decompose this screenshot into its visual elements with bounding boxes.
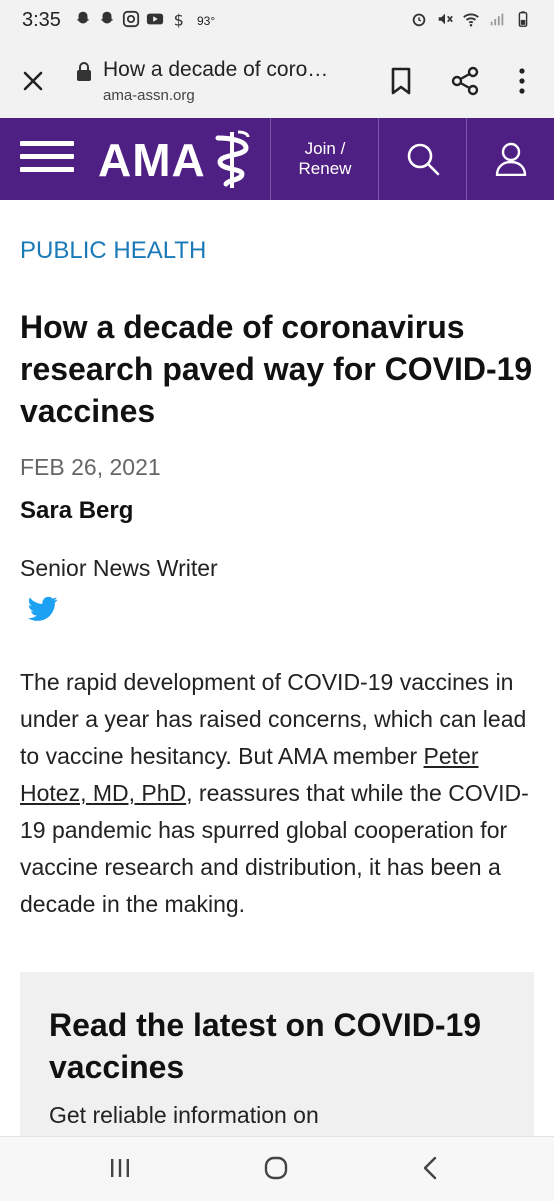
article-body: The rapid development of COVID-19 vaccin… — [20, 664, 540, 923]
more-options-button[interactable] — [512, 66, 532, 96]
article-category-link[interactable]: PUBLIC HEALTH — [20, 237, 206, 265]
recent-apps-icon[interactable] — [108, 1157, 132, 1179]
instagram-icon — [122, 10, 140, 28]
svg-text:$: $ — [174, 10, 184, 28]
close-tab-button[interactable] — [18, 66, 48, 96]
home-icon[interactable] — [263, 1155, 289, 1181]
author-role: Senior News Writer — [20, 555, 218, 581]
notification-icons: $ — [74, 10, 188, 28]
account-button[interactable] — [466, 118, 554, 200]
status-temperature: 93° — [197, 14, 216, 28]
system-icons — [410, 10, 532, 28]
browser-address-bar: How a decade of coro… ama-assn.org — [0, 42, 554, 118]
search-icon — [407, 143, 440, 176]
menu-hamburger-button[interactable] — [20, 141, 74, 177]
article-author[interactable]: Sara Berg — [20, 497, 133, 525]
snapchat-icon — [100, 11, 114, 24]
mute-icon — [438, 13, 453, 25]
page-domain[interactable]: ama-assn.org — [103, 87, 195, 104]
article-headline: How a decade of coronavirus research pav… — [20, 309, 533, 429]
search-button[interactable] — [378, 118, 467, 200]
wifi-icon — [463, 13, 479, 27]
caduceus-icon — [215, 130, 250, 188]
logo-text: AMA — [98, 134, 206, 186]
back-icon[interactable] — [420, 1155, 440, 1181]
alarm-icon — [412, 13, 426, 27]
user-icon — [495, 142, 527, 176]
page-title[interactable]: How a decade of coro… — [103, 58, 353, 82]
promo-title[interactable]: Read the latest on COVID-19 vaccines — [49, 1004, 489, 1088]
site-header: AMA Join / Renew — [0, 118, 554, 200]
join-renew-button[interactable]: Join / Renew — [270, 118, 379, 200]
share-button[interactable] — [450, 66, 480, 96]
system-nav-bar — [0, 1136, 554, 1201]
renew-label: Renew — [298, 159, 352, 178]
lock-icon — [77, 62, 91, 81]
status-time: 3:35 — [22, 9, 61, 31]
status-bar: 3:35 $ 93° — [0, 0, 554, 42]
youtube-icon — [146, 13, 164, 25]
signal-icon — [490, 13, 504, 26]
article-date: FEB 26, 2021 — [20, 454, 161, 480]
battery-icon — [518, 11, 528, 27]
twitter-icon[interactable] — [28, 596, 58, 622]
join-label: Join / — [304, 139, 346, 158]
dollar-icon: $ — [174, 10, 184, 28]
promo-text: Get reliable information on — [49, 1102, 319, 1128]
bookmark-button[interactable] — [388, 66, 414, 96]
snapchat-icon — [76, 11, 90, 24]
